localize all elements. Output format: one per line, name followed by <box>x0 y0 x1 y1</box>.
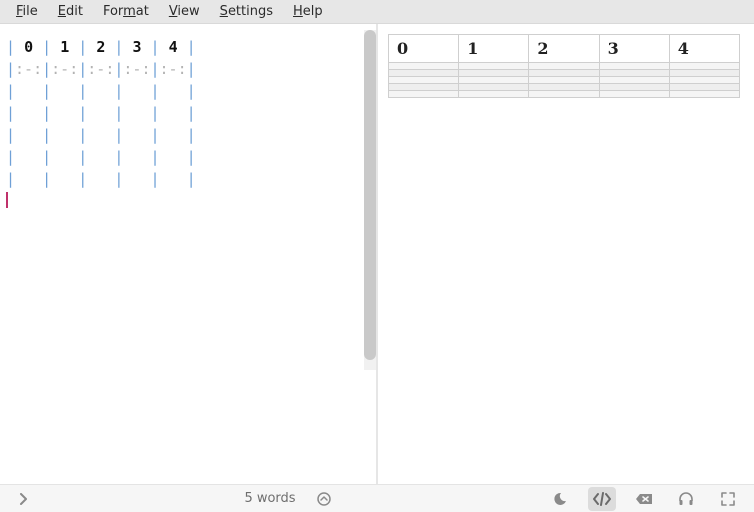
table-cell <box>599 77 669 84</box>
table-cell <box>459 84 529 91</box>
table-cell <box>459 91 529 98</box>
table-cell <box>529 70 599 77</box>
table-cell <box>529 84 599 91</box>
table-cell <box>669 91 739 98</box>
fullscreen-icon <box>720 491 736 507</box>
table-cell <box>599 84 669 91</box>
dark-mode-button[interactable] <box>546 487 574 511</box>
workspace: | 0 | 1 | 2 | 3 | 4 | |:-:|:-:|:-:|:-:|:… <box>0 24 754 484</box>
table-cell <box>459 77 529 84</box>
statusbar: 5 words <box>0 484 754 512</box>
chevron-right-icon <box>18 493 30 505</box>
table-cell <box>389 84 459 91</box>
table-row <box>389 84 740 91</box>
menu-settings[interactable]: Settings <box>210 2 283 21</box>
headphones-icon <box>678 491 694 507</box>
menu-edit[interactable]: Edit <box>48 2 93 21</box>
backspace-icon <box>635 492 653 506</box>
table-cell <box>389 70 459 77</box>
table-cell <box>669 84 739 91</box>
scroll-sync-button[interactable] <box>310 487 338 511</box>
table-header: 3 <box>599 35 669 63</box>
moon-icon <box>552 491 568 507</box>
table-cell <box>599 70 669 77</box>
table-row <box>389 70 740 77</box>
menu-format[interactable]: Format <box>93 2 159 21</box>
audio-button[interactable] <box>672 487 700 511</box>
table-header: 4 <box>669 35 739 63</box>
table-cell <box>669 63 739 70</box>
table-row <box>389 63 740 70</box>
menubar: File Edit Format View Settings Help <box>0 0 754 24</box>
table-cell <box>459 63 529 70</box>
table-cell <box>459 70 529 77</box>
command-prompt-button[interactable] <box>12 487 36 511</box>
table-header: 0 <box>389 35 459 63</box>
menu-file[interactable]: File <box>6 2 48 21</box>
fullscreen-button[interactable] <box>714 487 742 511</box>
code-icon <box>592 492 612 506</box>
table-cell <box>529 91 599 98</box>
table-cell <box>389 91 459 98</box>
editor-scrollbar-thumb[interactable] <box>364 30 376 360</box>
scroll-up-icon <box>317 492 331 506</box>
markdown-editor[interactable]: | 0 | 1 | 2 | 3 | 4 | |:-:|:-:|:-:|:-:|:… <box>0 24 376 484</box>
table-cell <box>389 77 459 84</box>
editor-pane: | 0 | 1 | 2 | 3 | 4 | |:-:|:-:|:-:|:-:|:… <box>0 24 376 484</box>
table-cell <box>529 63 599 70</box>
table-header: 2 <box>529 35 599 63</box>
table-cell <box>529 77 599 84</box>
table-row <box>389 91 740 98</box>
menu-view[interactable]: View <box>159 2 210 21</box>
menu-help[interactable]: Help <box>283 2 333 21</box>
table-row <box>389 77 740 84</box>
word-count: 5 words <box>244 491 295 506</box>
table-cell <box>669 70 739 77</box>
table-cell <box>599 63 669 70</box>
table-cell <box>669 77 739 84</box>
preview-pane: 01234 <box>378 24 754 484</box>
source-code-mode-button[interactable] <box>588 487 616 511</box>
table-cell <box>389 63 459 70</box>
table-header: 1 <box>459 35 529 63</box>
preview-table: 01234 <box>388 34 740 98</box>
clear-button[interactable] <box>630 487 658 511</box>
table-cell <box>599 91 669 98</box>
